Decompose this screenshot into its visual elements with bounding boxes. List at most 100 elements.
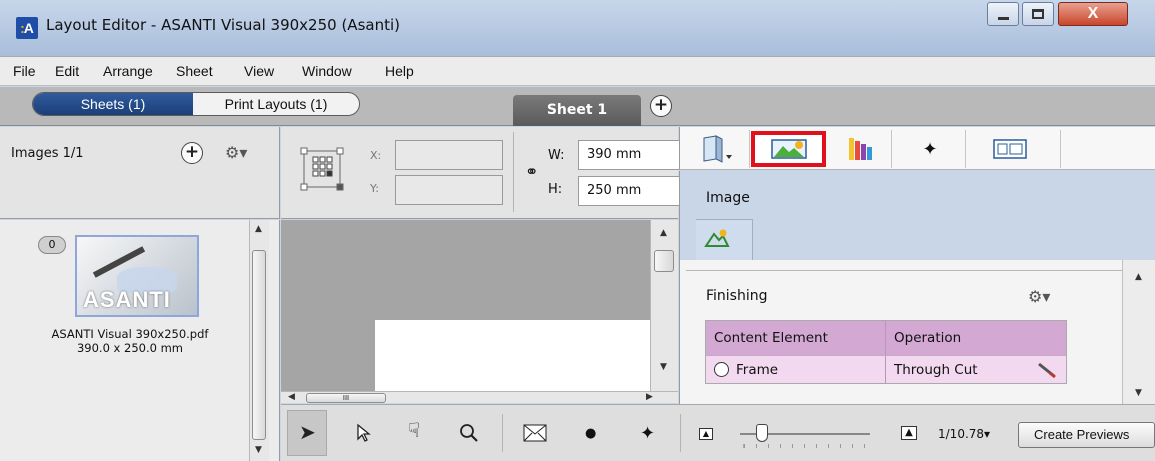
thumbnail-logo: ASANTI: [83, 287, 171, 312]
y-input[interactable]: [395, 175, 503, 205]
image-small-icon: [704, 229, 730, 247]
image-file-info: ASANTI Visual 390x250.pdf 390.0 x 250.0 …: [30, 327, 230, 355]
row-radio-button[interactable]: [714, 362, 729, 377]
close-icon: X: [1087, 5, 1099, 22]
toolbar-divider-2: [680, 414, 681, 452]
finishing-table: Content Element Operation Frame Through …: [705, 320, 1067, 384]
images-panel-header: Images 1/1 + ⚙▾: [0, 127, 280, 219]
menu-bar: File Edit Arrange Sheet View Window Help: [0, 56, 1155, 86]
canvas-hscroll-thumb[interactable]: III: [306, 393, 386, 403]
scroll-up-icon[interactable]: ▲: [255, 224, 262, 234]
tab-info[interactable]: [975, 131, 1045, 167]
image-file-name: ASANTI Visual 390x250.pdf: [51, 327, 209, 341]
zoom-slider-ticks: [743, 444, 873, 448]
y-label: Y:: [370, 182, 379, 195]
zoom-out-icon[interactable]: ▲: [699, 428, 713, 440]
app-icon: :A: [16, 17, 38, 39]
crosshair-icon: ✦: [922, 138, 938, 160]
menu-edit[interactable]: Edit: [55, 63, 79, 79]
canvas-scroll-down-icon[interactable]: ▼: [660, 362, 667, 372]
menu-file[interactable]: File: [13, 63, 36, 79]
inspector-scrollbar[interactable]: ▲ ▼: [1122, 260, 1155, 404]
image-section-title: Image: [706, 190, 750, 206]
tab-colors[interactable]: [834, 131, 886, 167]
section-divider: [686, 270, 1122, 271]
toolbar-divider: [502, 414, 503, 452]
reference-point-icon[interactable]: [296, 143, 348, 195]
add-image-button[interactable]: +: [181, 142, 203, 164]
row-operation-label: Through Cut: [894, 361, 978, 378]
scroll-down-icon[interactable]: ▼: [255, 445, 262, 455]
menu-view[interactable]: View: [244, 63, 274, 79]
title-bar: :A Layout Editor - ASANTI Visual 390x250…: [0, 0, 1155, 56]
book-icon: [703, 135, 732, 163]
inspector-scroll-down-icon[interactable]: ▼: [1135, 388, 1142, 398]
width-label: W:: [548, 148, 565, 163]
maximize-button[interactable]: [1022, 2, 1054, 26]
header-content-element[interactable]: Content Element: [706, 321, 886, 355]
x-label: X:: [370, 149, 382, 162]
width-input[interactable]: 390 mm: [578, 140, 693, 170]
minimize-button[interactable]: [987, 2, 1019, 26]
add-sheet-button[interactable]: +: [650, 95, 672, 117]
finishing-gear-icon[interactable]: ⚙▾: [1028, 287, 1050, 306]
table-row[interactable]: Frame Through Cut: [706, 355, 1066, 383]
canvas-scroll-right-icon[interactable]: ▶: [646, 392, 653, 402]
height-input[interactable]: 250 mm: [578, 176, 693, 206]
images-list-scrollbar[interactable]: ▲ ▼: [249, 220, 269, 461]
canvas-vertical-scrollbar[interactable]: ▲ ▼: [650, 220, 678, 391]
image-usage-badge: 0: [38, 236, 66, 254]
image-subtab[interactable]: [696, 219, 753, 260]
x-input[interactable]: [395, 140, 503, 170]
hand-tool-icon[interactable]: ☟: [408, 418, 420, 442]
envelope-icon[interactable]: [523, 424, 547, 442]
image-thumbnail[interactable]: ASANTI: [75, 235, 199, 317]
direct-select-icon[interactable]: [355, 423, 373, 443]
image-icon: [770, 139, 807, 159]
zoom-in-icon[interactable]: ▲: [901, 426, 917, 440]
tab-separator-2: [891, 130, 892, 168]
row-content-element: Frame: [706, 356, 886, 383]
tab-print-layouts[interactable]: Print Layouts (1): [193, 93, 359, 115]
canvas-horizontal-scrollbar[interactable]: ◀ III ▶: [281, 391, 678, 403]
sheet-page[interactable]: [375, 320, 650, 391]
menu-window[interactable]: Window: [302, 63, 352, 79]
tab-sheets[interactable]: Sheets (1): [33, 93, 193, 115]
crosshair-tool-icon[interactable]: ✦: [640, 423, 655, 444]
create-previews-button[interactable]: Create Previews: [1018, 422, 1155, 448]
tab-image[interactable]: [751, 131, 826, 167]
finishing-title: Finishing: [706, 288, 768, 304]
inspector-scroll-up-icon[interactable]: ▲: [1135, 272, 1142, 282]
images-gear-icon[interactable]: ⚙▾: [225, 143, 247, 162]
close-button[interactable]: X: [1058, 2, 1128, 26]
header-operation[interactable]: Operation: [886, 321, 1066, 355]
eye-preview-icon[interactable]: ●: [585, 426, 596, 441]
transform-divider: [513, 132, 514, 212]
window-title: Layout Editor - ASANTI Visual 390x250 (A…: [46, 16, 400, 34]
canvas-scroll-up-icon[interactable]: ▲: [660, 228, 667, 238]
images-scroll-thumb[interactable]: [252, 250, 266, 440]
id-card-icon: [993, 139, 1027, 159]
zoom-level-dropdown[interactable]: 1/10.78▾: [938, 427, 990, 441]
tab-separator-4: [1060, 130, 1061, 168]
zoom-slider-handle[interactable]: [756, 424, 768, 442]
menu-sheet[interactable]: Sheet: [176, 63, 213, 79]
view-segmented-control: Sheets (1) Print Layouts (1): [32, 92, 360, 116]
select-arrow-icon[interactable]: ➤: [299, 420, 316, 444]
image-dimensions: 390.0 x 250.0 mm: [76, 341, 184, 355]
menu-arrange[interactable]: Arrange: [103, 63, 153, 79]
cut-knife-icon[interactable]: [1036, 361, 1058, 379]
tab-book[interactable]: [688, 131, 746, 167]
row-element-label: Frame: [736, 361, 779, 378]
tab-marks[interactable]: ✦: [900, 131, 960, 167]
menu-help[interactable]: Help: [385, 63, 414, 79]
canvas-vscroll-thumb[interactable]: [654, 250, 674, 272]
canvas-scroll-left-icon[interactable]: ◀: [288, 392, 295, 402]
tab-bar: Sheets (1) Print Layouts (1) Sheet 1 +: [0, 87, 1155, 126]
tab-separator-3: [965, 130, 966, 168]
height-label: H:: [548, 182, 563, 197]
tab-sheet-1[interactable]: Sheet 1: [513, 95, 641, 126]
minimize-icon: [997, 16, 1009, 20]
link-proportions-icon[interactable]: ⚭: [525, 162, 538, 181]
zoom-tool-icon[interactable]: [458, 422, 480, 444]
